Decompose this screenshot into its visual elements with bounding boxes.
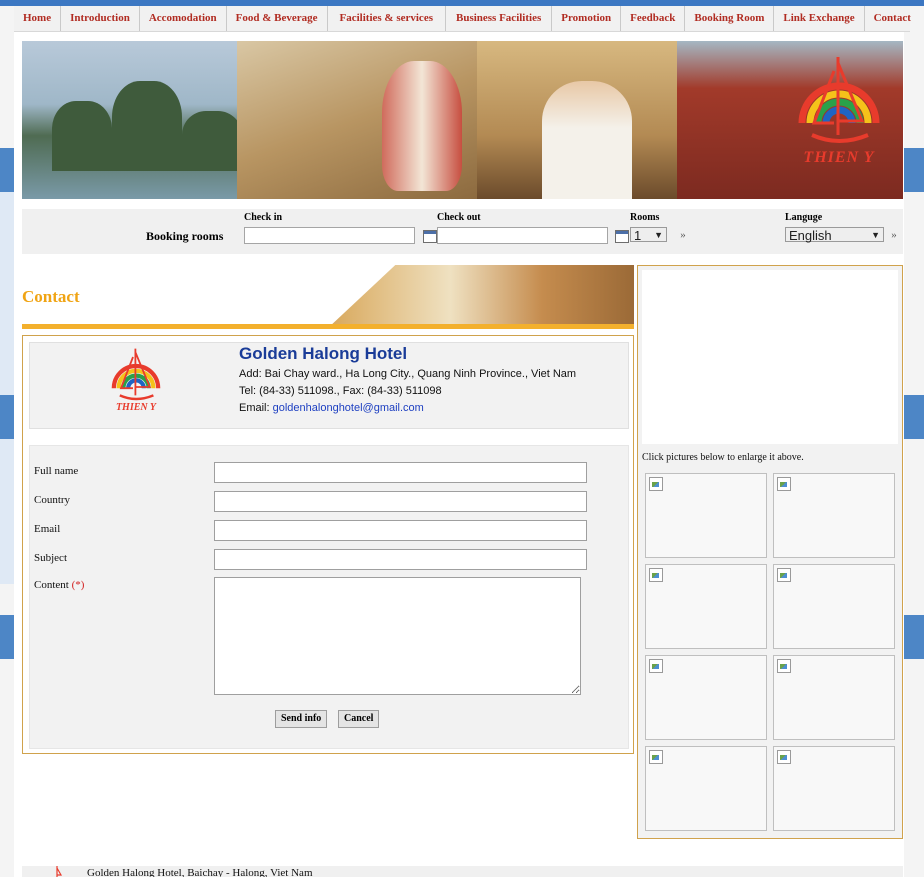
booking-go-icon[interactable]: » [675,228,691,242]
right-decor-blue-3 [904,615,924,659]
nav-item-business-facilities[interactable]: Business Facilities [446,6,553,31]
checkout-calendar-icon[interactable] [615,230,629,243]
broken-image-icon [649,659,663,673]
rooms-select-value: 1 [634,228,642,243]
contact-header: Contact [22,265,634,329]
content-textarea[interactable] [214,577,581,695]
banner-logo: THIEN Y [784,51,894,166]
page-title: Contact [22,287,80,306]
hotel-phone: Tel: (84-33) 511098., Fax: (84-33) 51109… [239,385,442,397]
nav-item-introduction[interactable]: Introduction [61,6,140,31]
required-mark: (*) [71,579,85,591]
email-field[interactable] [214,520,587,541]
footer-logo-icon [56,866,63,877]
banner-logo-text: THIEN Y [803,149,875,166]
language-select-value: English [789,228,832,243]
contact-box: THIEN Y Golden Halong Hotel Add: Bai Cha… [22,335,634,754]
right-decor-blue-1 [904,148,924,192]
contact-header-image [328,265,634,328]
nav-item-promotion[interactable]: Promotion [552,6,622,31]
rooms-label: Rooms [630,212,660,223]
subject-input[interactable] [214,549,587,570]
gallery-hint: Click pictures below to enlarge it above… [642,452,804,463]
language-go-icon[interactable]: » [886,228,902,242]
gallery-thumb[interactable] [773,564,895,649]
nav-item-accomodation[interactable]: Accomodation [140,6,227,31]
broken-image-icon [649,750,663,764]
hotel-logo: THIEN Y [102,345,170,415]
chevron-down-icon: ▼ [654,230,663,240]
sailboat-logo-icon [798,57,880,143]
footer: Golden Halong Hotel, Baichay - Halong, V… [22,866,903,877]
gallery-thumb[interactable] [645,746,767,831]
full-name-label: Full name [34,465,79,477]
nav-item-home[interactable]: Home [14,6,62,31]
rooms-select[interactable]: 1 ▼ [630,227,667,243]
hotel-logo-text: THIEN Y [115,402,157,413]
broken-image-icon [777,477,791,491]
main-nav: Home Introduction Accomodation Food & Be… [14,6,911,32]
hotel-name: Golden Halong Hotel [239,344,408,363]
broken-image-icon [777,568,791,582]
banner-bay-photo [22,41,242,199]
checkin-calendar-icon[interactable] [423,230,437,243]
nav-item-contact[interactable]: Contact [865,6,920,31]
hotel-info: THIEN Y Golden Halong Hotel Add: Bai Cha… [29,342,629,429]
nav-item-food-beverage[interactable]: Food & Beverage [227,6,328,31]
banner-person [542,81,632,199]
gallery-thumb[interactable] [645,473,767,558]
hotel-email-line: Email: goldenhalonghotel@gmail.com [239,402,424,414]
booking-bar: Booking rooms Check in Check out Rooms 1… [22,209,903,254]
gallery-thumb[interactable] [773,473,895,558]
email-label: Email [34,523,61,535]
booking-title: Booking rooms [146,229,224,243]
broken-image-icon [777,750,791,764]
chevron-down-icon: ▼ [871,230,880,240]
cancel-button[interactable]: Cancel [338,710,380,728]
left-decor-blue-3 [0,615,14,659]
left-decor-blue-2 [0,395,14,439]
right-decoration [904,0,924,877]
hotel-email-link[interactable]: goldenhalonghotel@gmail.com [273,402,424,414]
country-label: Country [34,494,71,506]
left-decor-blue-1 [0,148,14,192]
country-input[interactable] [214,491,587,512]
full-name-input[interactable] [214,462,587,483]
hotel-address: Add: Bai Chay ward., Ha Long City., Quan… [239,368,577,380]
checkin-label: Check in [244,212,283,223]
left-decoration [0,0,14,877]
language-label: Languge [785,212,823,223]
gallery-thumb[interactable] [773,655,895,740]
right-decor-blue-2 [904,395,924,439]
nav-item-booking-room[interactable]: Booking Room [685,6,775,31]
nav-item-link-exchange[interactable]: Link Exchange [774,6,865,31]
content-label: Content (*) [34,579,85,591]
gallery-thumb[interactable] [645,655,767,740]
gallery-thumb[interactable] [645,564,767,649]
send-button[interactable]: Send info [275,710,328,728]
subject-label: Subject [34,552,67,564]
left-decor-panel [0,154,14,584]
banner-vase-photo [382,61,462,191]
hero-banner: THIEN Y [22,41,903,199]
contact-form: Full name Country Email Subject Content … [29,445,629,749]
checkout-input[interactable] [437,227,608,244]
nav-item-feedback[interactable]: Feedback [621,6,686,31]
footer-text: Golden Halong Hotel, Baichay - Halong, V… [87,867,313,877]
broken-image-icon [777,659,791,673]
language-select[interactable]: English ▼ [785,227,884,243]
sailboat-logo-icon [111,348,161,401]
nav-item-facilities[interactable]: Facilities & services [328,6,446,31]
checkin-input[interactable] [244,227,415,244]
checkout-label: Check out [437,212,481,223]
broken-image-icon [649,568,663,582]
gallery-viewer [642,270,898,444]
hotel-email-label: Email: [239,402,273,414]
contact-header-bar [22,324,634,329]
broken-image-icon [649,477,663,491]
gallery-panel: Click pictures below to enlarge it above… [637,265,903,839]
gallery-thumb[interactable] [773,746,895,831]
